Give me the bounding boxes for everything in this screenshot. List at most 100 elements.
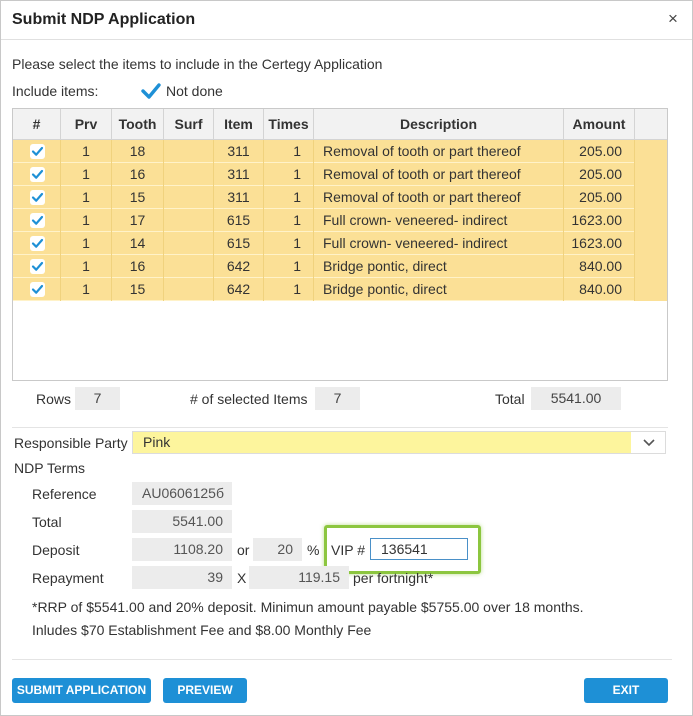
row-filler [635,140,667,163]
cell-select [13,232,61,255]
cell-prv: 1 [61,163,112,186]
table-row[interactable]: 1 14 615 1 Full crown- veneered- indirect 162… [13,232,667,255]
cell-amount: 840.00 [564,255,635,278]
checkmark-icon [141,83,161,99]
items-grid: # Prv Tooth Surf Item Times Description … [12,108,668,381]
exit-button[interactable]: EXIT [584,678,668,703]
total-value: 5541.00 [531,387,621,410]
cell-times: 1 [264,140,314,163]
submit-application-button[interactable]: SUBMIT APPLICATION [12,678,151,703]
selected-items-count: 7 [315,387,360,410]
cell-description: Full crown- veneered- indirect [314,209,564,232]
close-icon[interactable]: × [666,10,680,28]
cell-times: 1 [264,278,314,301]
column-header-item[interactable]: Item [214,109,264,140]
responsible-party-select[interactable]: Pink [132,431,666,454]
responsible-party-label: Responsible Party [14,435,128,451]
cell-prv: 1 [61,278,112,301]
rows-count: 7 [75,387,120,410]
not-done-label: Not done [166,83,223,99]
row-checkbox[interactable] [30,167,45,182]
vip-label: VIP # [331,542,365,558]
cell-amount: 205.00 [564,140,635,163]
cell-item: 615 [214,209,264,232]
cell-select [13,186,61,209]
row-checkbox[interactable] [30,259,45,274]
table-row[interactable]: 1 15 311 1 Removal of tooth or part thereof 2… [13,186,667,209]
submit-ndp-dialog: Submit NDP Application × Please select t… [0,0,693,716]
not-done-checkbox[interactable] [141,82,161,100]
times-x-label: X [237,570,247,586]
cell-select [13,278,61,301]
table-row[interactable]: 1 18 311 1 Removal of tooth or part thereof 2… [13,140,667,163]
column-header-tooth[interactable]: Tooth [112,109,164,140]
cell-times: 1 [264,163,314,186]
deposit-label: Deposit [32,542,80,558]
cell-amount: 205.00 [564,163,635,186]
table-row[interactable]: 1 16 311 1 Removal of tooth or part thereof 2… [13,163,667,186]
column-header-prv[interactable]: Prv [61,109,112,140]
grid-header: # Prv Tooth Surf Item Times Description … [13,109,667,140]
preview-button[interactable]: PREVIEW [163,678,247,703]
cell-amount: 840.00 [564,278,635,301]
cell-amount: 1623.00 [564,232,635,255]
row-filler [635,163,667,186]
column-header-times[interactable]: Times [264,109,314,140]
checkmark-icon [31,146,44,156]
column-header-number[interactable]: # [13,109,61,140]
cell-prv: 1 [61,232,112,255]
cell-select [13,140,61,163]
table-row[interactable]: 1 17 615 1 Full crown- veneered- indirect 162… [13,209,667,232]
row-filler [635,209,667,232]
row-checkbox[interactable] [30,190,45,205]
cell-times: 1 [264,232,314,255]
deposit-percent-field[interactable]: 20 [253,538,302,561]
title-divider [1,39,692,40]
row-checkbox[interactable] [30,282,45,297]
row-checkbox[interactable] [30,236,45,251]
column-header-description[interactable]: Description [314,109,564,140]
cell-select [13,209,61,232]
row-checkbox[interactable] [30,144,45,159]
cell-surf [164,163,214,186]
row-filler [635,232,667,255]
cell-description: Removal of tooth or part thereof [314,163,564,186]
cell-prv: 1 [61,255,112,278]
ndp-terms-heading: NDP Terms [14,460,86,476]
cell-item: 311 [214,163,264,186]
rows-label: Rows [36,391,72,407]
reference-label: Reference [32,486,97,502]
cell-description: Bridge pontic, direct [314,255,564,278]
column-header-surf[interactable]: Surf [164,109,214,140]
instruction-text: Please select the items to include in th… [12,56,383,72]
cell-tooth: 15 [112,186,164,209]
cell-tooth: 15 [112,278,164,301]
cell-prv: 1 [61,140,112,163]
dialog-title: Submit NDP Application [12,11,196,28]
cell-description: Full crown- veneered- indirect [314,232,564,255]
table-row[interactable]: 1 15 642 1 Bridge pontic, direct 840.00 [13,278,667,301]
fee-note: Inludes $70 Establishment Fee and $8.00 … [32,622,372,638]
cell-amount: 205.00 [564,186,635,209]
vip-number-input[interactable]: 136541 [370,538,468,560]
cell-surf [164,232,214,255]
checkmark-icon [31,261,44,271]
cell-item: 642 [214,278,264,301]
footer-divider [12,659,672,660]
row-filler [635,255,667,278]
cell-surf [164,186,214,209]
deposit-amount-field[interactable]: 1108.20 [132,538,232,561]
checkmark-icon [31,238,44,248]
row-checkbox[interactable] [30,213,45,228]
column-header-amount[interactable]: Amount [564,109,635,140]
cell-item: 311 [214,140,264,163]
per-fortnight-label: per fortnight* [353,570,434,586]
cell-item: 642 [214,255,264,278]
cell-select [13,255,61,278]
cell-tooth: 18 [112,140,164,163]
cell-times: 1 [264,186,314,209]
cell-surf [164,209,214,232]
rrp-note: *RRP of $5541.00 and 20% deposit. Minimu… [32,599,584,615]
table-row[interactable]: 1 16 642 1 Bridge pontic, direct 840.00 [13,255,667,278]
ndp-total-field: 5541.00 [132,510,232,533]
